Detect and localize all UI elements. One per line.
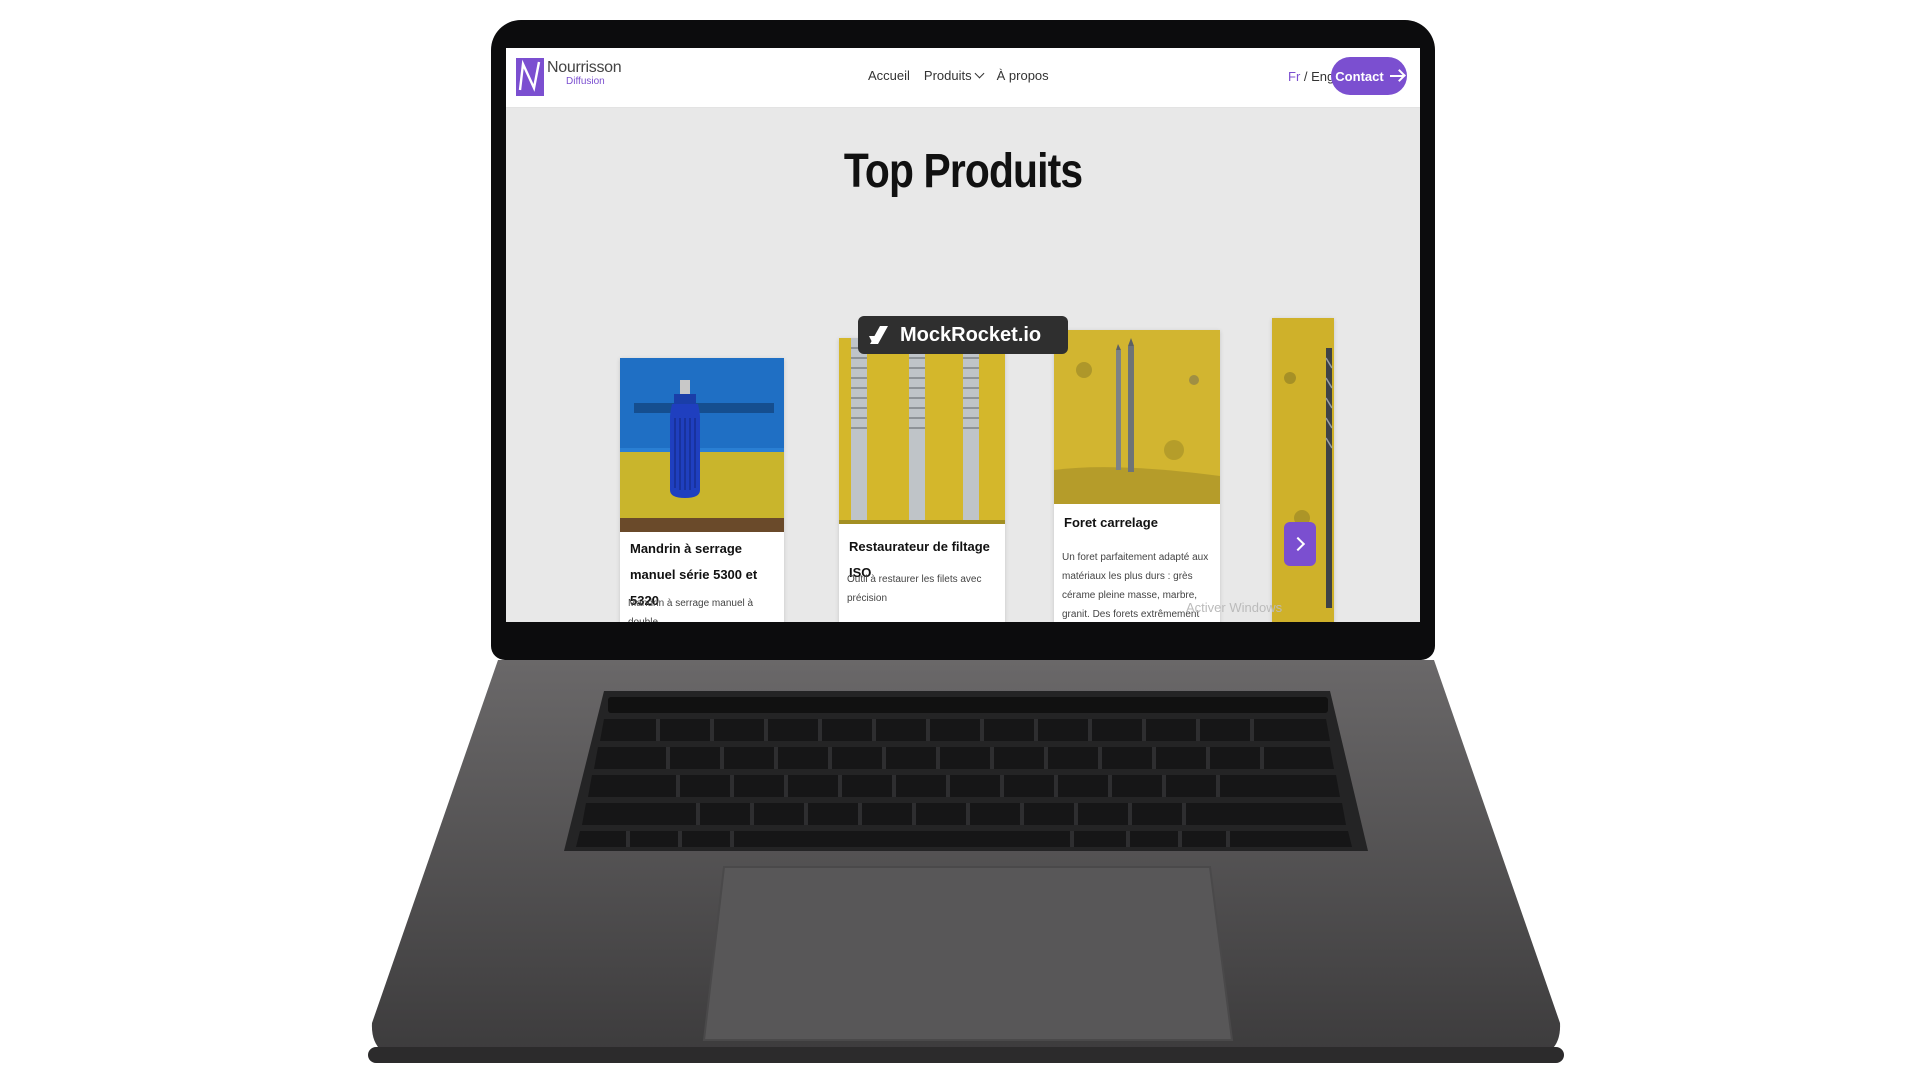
brand-name[interactable]: Nourrisson [547,59,622,77]
product-description: Mandrin à serrage manuel à double [628,598,754,622]
product-image [620,358,784,532]
section-title: Top Produits [843,145,1083,198]
lang-fr[interactable]: Fr [1288,69,1300,84]
product-card[interactable]: Restaurateur de filtage ISO Outil à rest… [839,338,1005,622]
product-image [1272,318,1334,622]
laptop-base [368,660,1564,1063]
lang-separator: / [1300,69,1312,84]
nav-link-a-propos[interactable]: À propos [997,68,1049,83]
rocket-icon [869,326,888,344]
language-switcher: Fr / Eng [1288,69,1334,84]
chevron-right-icon [1290,536,1306,552]
carousel-next-button[interactable] [1284,522,1316,566]
product-image [839,338,1005,524]
n-logo-icon[interactable] [516,58,544,96]
mockrocket-badge-label: MockRocket.io [900,323,1042,346]
product-title[interactable]: Foret carrelage [1064,510,1209,536]
mockrocket-badge: MockRocket.io [858,316,1068,354]
product-card[interactable]: Mandrin à serrage manuel série 5300 et 5… [620,358,784,622]
navbar: Nourrisson Diffusion Accueil Produits À … [506,48,1420,108]
nav-link-produits-label: Produits [923,68,972,83]
nav-links: Accueil Produits À propos [868,68,1049,83]
product-card[interactable] [1272,318,1334,622]
nav-link-produits[interactable]: Produits [923,68,985,83]
contact-button[interactable]: Contact [1331,57,1407,95]
arrow-right-icon [1389,75,1403,77]
brand-subtitle: Diffusion [566,76,605,87]
product-description: Outil à restaurer les filets avec précis… [847,574,982,604]
product-card[interactable]: Foret carrelage Un foret parfaitement ad… [1054,330,1220,622]
product-image [1054,330,1220,504]
laptop-mockup: Nourrisson Diffusion Accueil Produits À … [0,0,1920,1080]
windows-activation-watermark: Activer Windows [1186,600,1283,615]
contact-label: Contact [1335,68,1384,84]
nav-link-accueil[interactable]: Accueil [868,68,910,83]
chevron-down-icon [974,68,985,79]
